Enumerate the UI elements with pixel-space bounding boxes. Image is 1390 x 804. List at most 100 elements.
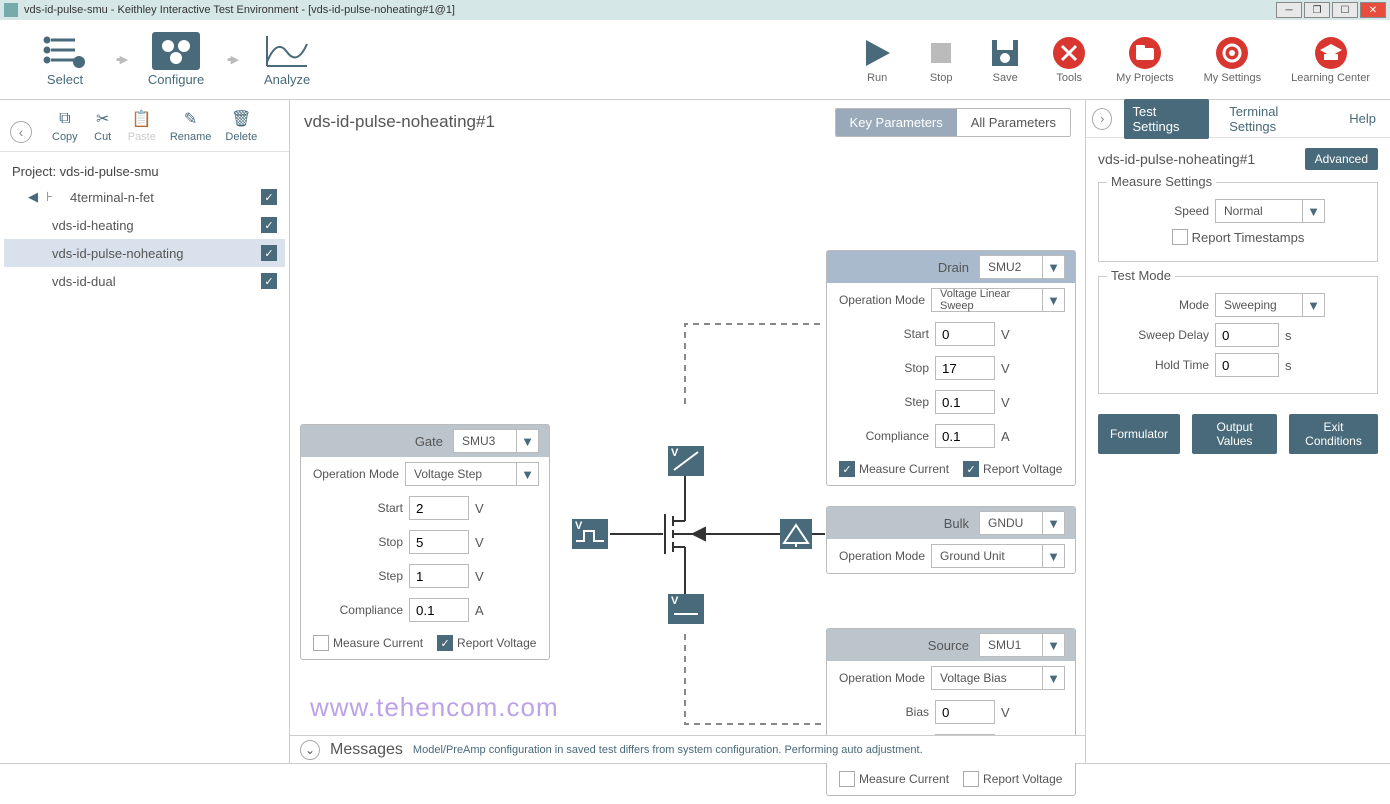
gate-report-voltage[interactable]: ✓Report Voltage bbox=[437, 635, 536, 651]
svg-text:+: + bbox=[76, 58, 82, 69]
main-toolbar: + Select ▪▪▪▪▶ Configure ▪▪▪▪▶ Analyze R… bbox=[0, 20, 1390, 100]
drain-compliance-input[interactable] bbox=[935, 424, 995, 448]
tab-help[interactable]: Help bbox=[1341, 106, 1384, 131]
workflow-configure[interactable]: Configure bbox=[131, 32, 221, 87]
device-icon: ⊦ bbox=[46, 189, 62, 205]
center-panel: vds-id-pulse-noheating#1 Key Parameters … bbox=[290, 100, 1085, 763]
gate-opmode-select[interactable]: Voltage Step▼ bbox=[405, 462, 539, 486]
messages-text: Model/PreAmp configuration in saved test… bbox=[413, 744, 923, 756]
drain-symbol: V bbox=[668, 446, 704, 476]
bulk-symbol bbox=[780, 519, 812, 549]
copy-button[interactable]: ⧉Copy bbox=[52, 108, 78, 143]
tab-all-params[interactable]: All Parameters bbox=[957, 109, 1070, 136]
sweep-delay-input[interactable] bbox=[1215, 323, 1279, 347]
chevron-down-icon: ▼ bbox=[1302, 200, 1324, 222]
checkbox-icon[interactable]: ✓ bbox=[261, 189, 277, 205]
drain-smu-select[interactable]: SMU2▼ bbox=[979, 255, 1065, 279]
measure-settings: Measure Settings Speed Normal▼ Report Ti… bbox=[1098, 182, 1378, 262]
save-button[interactable]: Save bbox=[988, 36, 1022, 84]
arrow-icon: ▪▪▪▪▶ bbox=[227, 53, 236, 66]
checkbox-icon[interactable]: ✓ bbox=[261, 273, 277, 289]
gate-step-input[interactable] bbox=[409, 564, 469, 588]
source-report-voltage[interactable]: Report Voltage bbox=[963, 771, 1062, 787]
back-button[interactable]: ‹ bbox=[10, 121, 32, 143]
project-label: Project: vds-id-pulse-smu bbox=[4, 160, 285, 183]
source-measure-current[interactable]: Measure Current bbox=[839, 771, 949, 787]
edit-toolbar: ‹ ⧉Copy ✂Cut 📋Paste ✎Rename 🗑Delete bbox=[0, 100, 289, 152]
project-tree: Project: vds-id-pulse-smu ◀ ⊦ 4terminal-… bbox=[0, 152, 289, 303]
paste-button[interactable]: 📋Paste bbox=[128, 108, 156, 143]
mode-select[interactable]: Sweeping▼ bbox=[1215, 293, 1325, 317]
drain-report-voltage[interactable]: ✓Report Voltage bbox=[963, 461, 1062, 477]
workflow-analyze[interactable]: Analyze bbox=[242, 32, 332, 87]
test-title: vds-id-pulse-noheating#1 bbox=[304, 112, 495, 132]
chevron-down-icon: ▼ bbox=[1302, 294, 1324, 316]
restore-button[interactable]: ❐ bbox=[1304, 2, 1330, 18]
tab-test-settings[interactable]: Test Settings bbox=[1124, 99, 1209, 139]
advanced-button[interactable]: Advanced bbox=[1305, 148, 1378, 170]
speed-select[interactable]: Normal▼ bbox=[1215, 199, 1325, 223]
messages-bar: ⌄ Messages Model/PreAmp configuration in… bbox=[290, 735, 1085, 763]
arrow-icon: ▪▪▪▪▶ bbox=[116, 53, 125, 66]
settings-button[interactable]: My Settings bbox=[1204, 36, 1261, 84]
gate-stop-input[interactable] bbox=[409, 530, 469, 554]
project-panel: ‹ ⧉Copy ✂Cut 📋Paste ✎Rename 🗑Delete Proj… bbox=[0, 100, 290, 763]
tree-device[interactable]: ◀ ⊦ 4terminal-n-fet ✓ bbox=[4, 183, 285, 211]
learning-button[interactable]: Learning Center bbox=[1291, 36, 1370, 84]
tab-key-params[interactable]: Key Parameters bbox=[836, 109, 957, 136]
tools-button[interactable]: Tools bbox=[1052, 36, 1086, 84]
settings-panel: › Test Settings Terminal Settings Help v… bbox=[1085, 100, 1390, 763]
checkbox-icon[interactable]: ✓ bbox=[261, 217, 277, 233]
gate-symbol: V bbox=[572, 519, 608, 549]
gate-config: Gate SMU3▼ Operation Mode Voltage Step▼ … bbox=[300, 424, 550, 660]
report-timestamps-checkbox[interactable]: Report Timestamps bbox=[1172, 229, 1305, 245]
param-toggle: Key Parameters All Parameters bbox=[835, 108, 1071, 137]
source-symbol: V bbox=[668, 594, 704, 624]
output-values-button[interactable]: Output Values bbox=[1192, 414, 1277, 454]
drain-stop-input[interactable] bbox=[935, 356, 995, 380]
close-button[interactable]: ✕ bbox=[1360, 2, 1386, 18]
watermark: www.tehencom.com bbox=[310, 692, 559, 723]
window-controls: ─ ❐ ☐ ✕ bbox=[1274, 2, 1386, 18]
select-icon: + bbox=[41, 32, 89, 70]
gate-compliance-input[interactable] bbox=[409, 598, 469, 622]
minimize-button[interactable]: ─ bbox=[1276, 2, 1302, 18]
forward-button[interactable]: › bbox=[1092, 108, 1112, 130]
gate-measure-current[interactable]: Measure Current bbox=[313, 635, 423, 651]
projects-button[interactable]: My Projects bbox=[1116, 36, 1173, 84]
gate-start-input[interactable] bbox=[409, 496, 469, 520]
expand-messages-icon[interactable]: ⌄ bbox=[300, 740, 320, 760]
messages-label: Messages bbox=[330, 741, 403, 759]
chevron-down-icon: ▼ bbox=[516, 430, 538, 452]
tree-item[interactable]: vds-id-heating ✓ bbox=[4, 211, 285, 239]
delete-button[interactable]: 🗑Delete bbox=[225, 108, 257, 143]
chevron-down-icon: ▼ bbox=[1042, 289, 1064, 311]
drain-start-input[interactable] bbox=[935, 322, 995, 346]
app-icon bbox=[4, 3, 18, 17]
checkbox-icon[interactable]: ✓ bbox=[261, 245, 277, 261]
formulator-button[interactable]: Formulator bbox=[1098, 414, 1180, 454]
chevron-down-icon: ▼ bbox=[1042, 256, 1064, 278]
drain-opmode-select[interactable]: Voltage Linear Sweep▼ bbox=[931, 288, 1065, 312]
analyze-icon bbox=[263, 32, 311, 70]
collapse-icon[interactable]: ◀ bbox=[28, 189, 38, 205]
run-button[interactable]: Run bbox=[860, 36, 894, 84]
tab-terminal-settings[interactable]: Terminal Settings bbox=[1221, 99, 1329, 139]
workflow-select[interactable]: + Select bbox=[20, 32, 110, 87]
drain-step-input[interactable] bbox=[935, 390, 995, 414]
exit-conditions-button[interactable]: Exit Conditions bbox=[1289, 414, 1378, 454]
chevron-down-icon: ▼ bbox=[516, 463, 538, 485]
rename-button[interactable]: ✎Rename bbox=[170, 108, 212, 143]
diagram-area: Gate SMU3▼ Operation Mode Voltage Step▼ … bbox=[290, 144, 1085, 763]
title-bar: vds-id-pulse-smu - Keithley Interactive … bbox=[0, 0, 1390, 20]
cut-button[interactable]: ✂Cut bbox=[92, 108, 114, 143]
gate-smu-select[interactable]: SMU3▼ bbox=[453, 429, 539, 453]
maximize-button[interactable]: ☐ bbox=[1332, 2, 1358, 18]
stop-button[interactable]: Stop bbox=[924, 36, 958, 84]
tree-item[interactable]: vds-id-dual ✓ bbox=[4, 267, 285, 295]
window-title: vds-id-pulse-smu - Keithley Interactive … bbox=[24, 4, 455, 16]
settings-title: vds-id-pulse-noheating#1 bbox=[1098, 151, 1255, 167]
chevron-down-icon: ▼ bbox=[1042, 667, 1064, 689]
tree-item-selected[interactable]: vds-id-pulse-noheating ✓ bbox=[4, 239, 285, 267]
hold-time-input[interactable] bbox=[1215, 353, 1279, 377]
